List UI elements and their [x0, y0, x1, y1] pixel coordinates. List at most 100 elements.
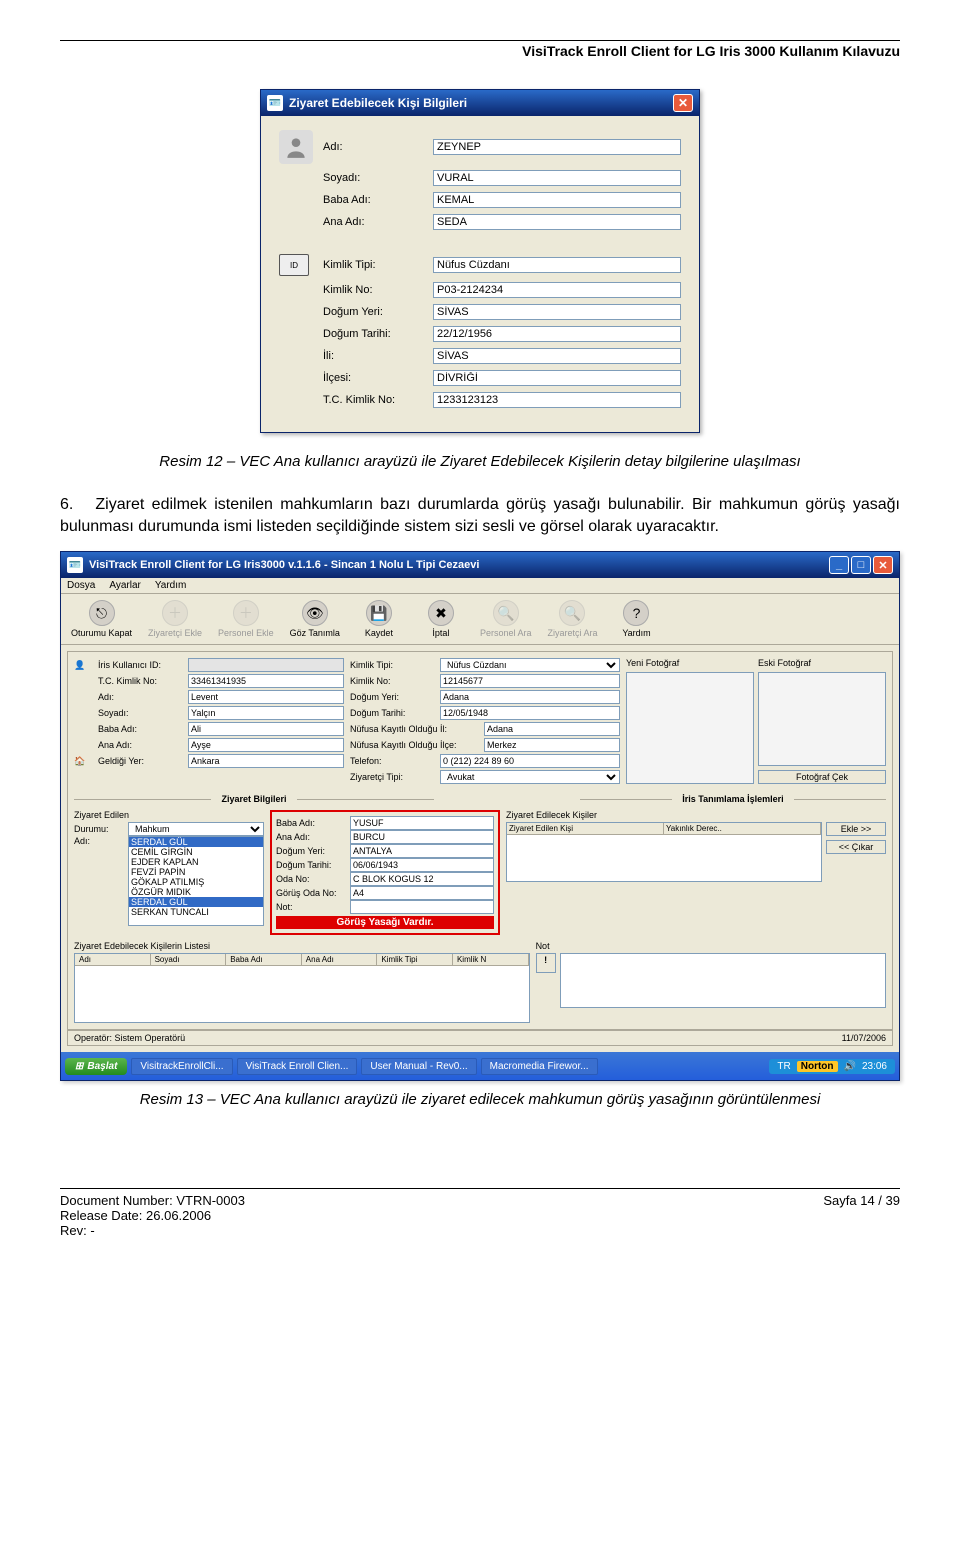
close-button[interactable]: ✕: [673, 94, 693, 112]
input-dt[interactable]: [440, 706, 620, 720]
label-md-dy: Doğum Yeri:: [276, 846, 346, 856]
list-item[interactable]: FEVZİ PAPİN: [129, 867, 263, 877]
zek-col-1: Ziyaret Edilen Kişi: [507, 823, 664, 834]
person-icon: [279, 130, 313, 164]
ekle-button[interactable]: Ekle >>: [826, 822, 886, 836]
input-telefon[interactable]: [440, 754, 620, 768]
label-nko-il: Nüfusa Kayıtlı Olduğu İl:: [350, 724, 480, 734]
input-md-baba[interactable]: [350, 816, 494, 830]
toolbar-personel-ara: 🔍Personel Ara: [476, 598, 536, 640]
input-ana[interactable]: [433, 214, 681, 230]
operator-label: Operatör:: [74, 1033, 112, 1043]
input-adi[interactable]: [433, 139, 681, 155]
start-button[interactable]: ⊞ Başlat: [65, 1058, 127, 1075]
toolbar-i̇ptal[interactable]: ✖İptal: [414, 598, 468, 640]
label-baba: Baba Adı:: [98, 724, 184, 734]
table-header: Ana Adı: [302, 954, 378, 965]
list-item[interactable]: ÖZGÜR MIDIK: [129, 887, 263, 897]
list-item[interactable]: SERDAL GÜL: [129, 837, 263, 847]
app-icon: 🪪: [267, 95, 283, 111]
menu-yardim[interactable]: Yardım: [155, 580, 187, 591]
mahkum-detay-panel: Baba Adı: Ana Adı: Doğum Yeri: Doğum Tar…: [270, 810, 500, 935]
list-item[interactable]: GÖKALP ATILMIŞ: [129, 877, 263, 887]
maximize-button[interactable]: □: [851, 556, 871, 574]
input-soyadi[interactable]: [433, 170, 681, 186]
input-dogum-yeri[interactable]: [433, 304, 681, 320]
operator-value: Sistem Operatörü: [115, 1033, 186, 1043]
menu-dosya[interactable]: Dosya: [67, 580, 95, 591]
input-soyadi[interactable]: [188, 706, 344, 720]
input-kimlik-tipi[interactable]: [433, 257, 681, 273]
input-ilcesi[interactable]: [433, 370, 681, 386]
toolbar-oturumu-kapat[interactable]: ⎋Oturumu Kapat: [67, 598, 136, 640]
input-dogum-tarihi[interactable]: [433, 326, 681, 342]
input-tc[interactable]: [433, 392, 681, 408]
taskbar-item[interactable]: Macromedia Firewor...: [481, 1058, 598, 1075]
input-kimlik-no[interactable]: [440, 674, 620, 688]
input-geldi[interactable]: [188, 754, 344, 768]
input-dy[interactable]: [440, 690, 620, 704]
taskbar-item[interactable]: VisitrackEnrollCli...: [131, 1058, 232, 1075]
lang-indicator[interactable]: TR: [777, 1061, 790, 1072]
list-item[interactable]: SERDAL GÜL: [129, 897, 263, 907]
doc-num-label: Document Number:: [60, 1193, 173, 1208]
input-kimlik-no[interactable]: [433, 282, 681, 298]
zek-listbox[interactable]: Ziyaret Edilen Kişi Yakınlık Derec..: [506, 822, 822, 882]
input-md-dt[interactable]: [350, 858, 494, 872]
input-md-not[interactable]: [350, 900, 494, 914]
input-md-ana[interactable]: [350, 830, 494, 844]
not-label: Not: [536, 941, 550, 951]
toolbar-göz-tanımla[interactable]: 👁Göz Tanımla: [286, 598, 344, 640]
input-md-oda[interactable]: [350, 872, 494, 886]
input-md-dy[interactable]: [350, 844, 494, 858]
gorus-yasagi-warning: Görüş Yasağı Vardır.: [276, 916, 494, 929]
input-md-goda[interactable]: [350, 886, 494, 900]
page-header: VisiTrack Enroll Client for LG Iris 3000…: [60, 43, 900, 59]
label-ztipi: Ziyaretçi Tipi:: [350, 772, 436, 782]
toolbar-kaydet[interactable]: 💾Kaydet: [352, 598, 406, 640]
zepl-table[interactable]: AdıSoyadıBaba AdıAna AdıKimlik TipiKimli…: [74, 953, 530, 1023]
list-item[interactable]: CEMİL GİRGİN: [129, 847, 263, 857]
list-item[interactable]: EJDER KAPLAN: [129, 857, 263, 867]
close-button[interactable]: ✕: [873, 556, 893, 574]
minimize-button[interactable]: _: [829, 556, 849, 574]
select-kimlik-tipi[interactable]: Nüfus Cüzdanı: [440, 658, 620, 672]
select-durumu[interactable]: Mahkum: [128, 822, 264, 836]
input-nko-il[interactable]: [484, 722, 620, 736]
list-item[interactable]: SERKAN TUNCALI: [129, 907, 263, 917]
status-bar: Operatör: Sistem Operatörü 11/07/2006: [67, 1030, 893, 1046]
input-ana[interactable]: [188, 738, 344, 752]
zepl-title: Ziyaret Edebilecek Kişilerin Listesi: [74, 941, 530, 951]
cikar-button[interactable]: << Çıkar: [826, 840, 886, 854]
not-warning-icon[interactable]: !: [536, 953, 556, 973]
input-ili[interactable]: [433, 348, 681, 364]
paragraph-number: 6.: [60, 494, 88, 516]
toolbar-yardım[interactable]: ?Yardım: [609, 598, 663, 640]
taskbar-item[interactable]: User Manual - Rev0...: [361, 1058, 476, 1075]
windows-icon: ⊞: [75, 1061, 83, 1072]
label-adi: Adı:: [323, 141, 433, 153]
label-soyadi: Soyadı:: [323, 172, 433, 184]
fotograf-cek-button[interactable]: Fotoğraf Çek: [758, 770, 886, 784]
input-baba[interactable]: [188, 722, 344, 736]
input-adi[interactable]: [188, 690, 344, 704]
norton-badge[interactable]: Norton: [797, 1061, 838, 1072]
select-ztipi[interactable]: Avukat: [440, 770, 620, 784]
input-nko-ilce[interactable]: [484, 738, 620, 752]
label-yeni-foto: Yeni Fotoğraf: [626, 658, 754, 668]
label-telefon: Telefon:: [350, 756, 436, 766]
tray-icon[interactable]: 🔊: [844, 1061, 856, 1072]
rev-label: Rev:: [60, 1223, 87, 1238]
eski-foto-box: [758, 672, 886, 766]
not-textarea[interactable]: [560, 953, 886, 1008]
status-date: 11/07/2006: [842, 1033, 886, 1043]
release-date-label: Release Date:: [60, 1208, 142, 1223]
label-md-ana: Ana Adı:: [276, 832, 346, 842]
input-baba[interactable]: [433, 192, 681, 208]
input-tc[interactable]: [188, 674, 344, 688]
taskbar-item[interactable]: VisiTrack Enroll Clien...: [237, 1058, 358, 1075]
mahkum-listbox[interactable]: SERDAL GÜLCEMİL GİRGİNEJDER KAPLANFEVZİ …: [128, 836, 264, 926]
label-ilcesi: İlçesi:: [323, 372, 433, 384]
label-iris-id: İris Kullanıcı ID:: [98, 660, 184, 670]
menu-ayarlar[interactable]: Ayarlar: [109, 580, 141, 591]
